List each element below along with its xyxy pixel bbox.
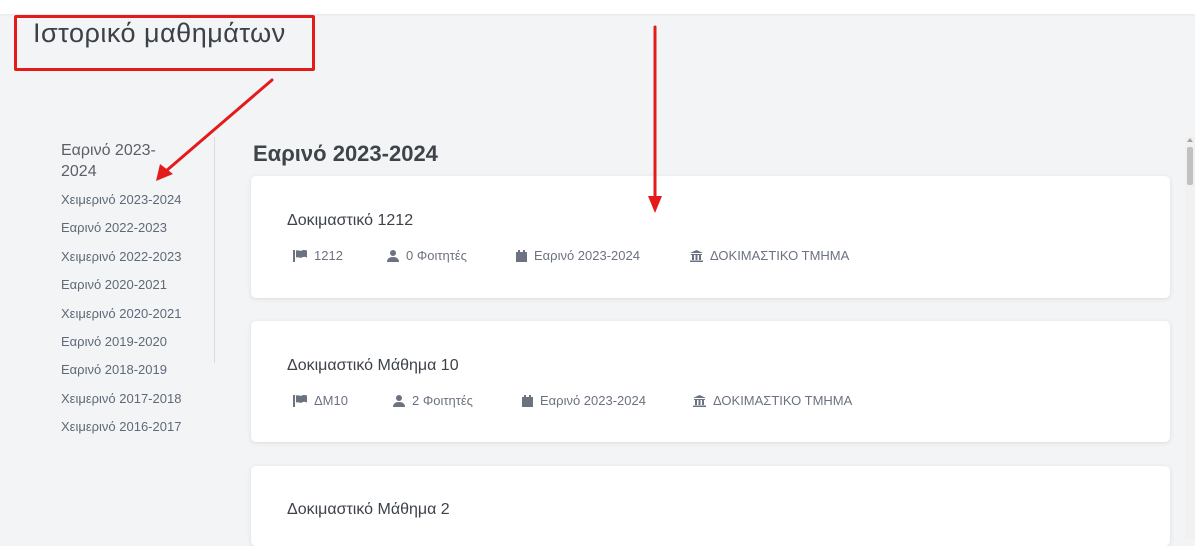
- sidebar-item[interactable]: Εαρινό 2019-2020: [61, 333, 213, 361]
- scrollbar[interactable]: [1185, 137, 1195, 539]
- course-card[interactable]: Δοκιμαστικό Μάθημα 10 ΔΜ10 2 Φοιτητές Εα…: [251, 321, 1170, 442]
- course-card[interactable]: Δοκιμαστικό Μάθημα 2: [251, 466, 1170, 546]
- course-title[interactable]: Δοκιμαστικό Μάθημα 2: [287, 501, 450, 519]
- course-card[interactable]: Δοκιμαστικό 1212 1212 0 Φοιτητές Εαρινό …: [251, 176, 1170, 298]
- course-students: 2 Φοιτητές: [393, 393, 473, 408]
- calendar-icon: [522, 394, 533, 407]
- course-department-text: ΔΟΚΙΜΑΣΤΙΚΟ ΤΜΗΜΑ: [713, 393, 853, 408]
- sidebar-item[interactable]: Χειμερινό 2020-2021: [61, 305, 213, 333]
- annotation-box: [14, 15, 315, 71]
- sidebar-item-active[interactable]: Εαρινό 2023-2024: [61, 140, 171, 182]
- course-title[interactable]: Δοκιμαστικό Μάθημα 10: [287, 357, 459, 375]
- sidebar-item[interactable]: Χειμερινό 2022-2023: [61, 248, 213, 276]
- institution-icon: [690, 249, 703, 262]
- course-code: ΔΜ10: [293, 393, 348, 408]
- course-students-text: 2 Φοιτητές: [412, 393, 473, 408]
- course-code-text: ΔΜ10: [314, 393, 348, 408]
- scroll-up-arrow-icon[interactable]: [1187, 138, 1193, 142]
- flag-icon: [293, 249, 307, 262]
- calendar-icon: [516, 249, 527, 262]
- flag-icon: [293, 394, 307, 407]
- course-title[interactable]: Δοκιμαστικό 1212: [287, 212, 413, 230]
- semester-heading: Εαρινό 2023-2024: [253, 141, 438, 166]
- scrollbar-thumb[interactable]: [1187, 147, 1193, 185]
- sidebar-item[interactable]: Χειμερινό 2023-2024: [61, 191, 213, 219]
- course-semester: Εαρινό 2023-2024: [516, 248, 640, 263]
- sidebar-item[interactable]: Εαρινό 2020-2021: [61, 276, 213, 304]
- course-semester: Εαρινό 2023-2024: [522, 393, 646, 408]
- course-department: ΔΟΚΙΜΑΣΤΙΚΟ ΤΜΗΜΑ: [693, 393, 852, 408]
- course-code-text: 1212: [314, 248, 343, 263]
- user-icon: [387, 249, 399, 262]
- sidebar-item[interactable]: Εαρινό 2022-2023: [61, 219, 213, 247]
- top-bar: [0, 0, 1195, 14]
- sidebar-item[interactable]: Χειμερινό 2017-2018: [61, 390, 213, 418]
- course-department-text: ΔΟΚΙΜΑΣΤΙΚΟ ΤΜΗΜΑ: [710, 248, 850, 263]
- sidebar-divider: [214, 137, 215, 363]
- sidebar-item[interactable]: Χειμερινό 2016-2017: [61, 418, 213, 446]
- course-semester-text: Εαρινό 2023-2024: [534, 248, 640, 263]
- course-code: 1212: [293, 248, 343, 263]
- sidebar-item[interactable]: Εαρινό 2018-2019: [61, 361, 213, 389]
- course-department: ΔΟΚΙΜΑΣΤΙΚΟ ΤΜΗΜΑ: [690, 248, 849, 263]
- course-students: 0 Φοιτητές: [387, 248, 467, 263]
- institution-icon: [693, 394, 706, 407]
- user-icon: [393, 394, 405, 407]
- semester-sidebar: Εαρινό 2023-2024 Χειμερινό 2023-2024 Εαρ…: [61, 140, 213, 447]
- course-students-text: 0 Φοιτητές: [406, 248, 467, 263]
- course-semester-text: Εαρινό 2023-2024: [540, 393, 646, 408]
